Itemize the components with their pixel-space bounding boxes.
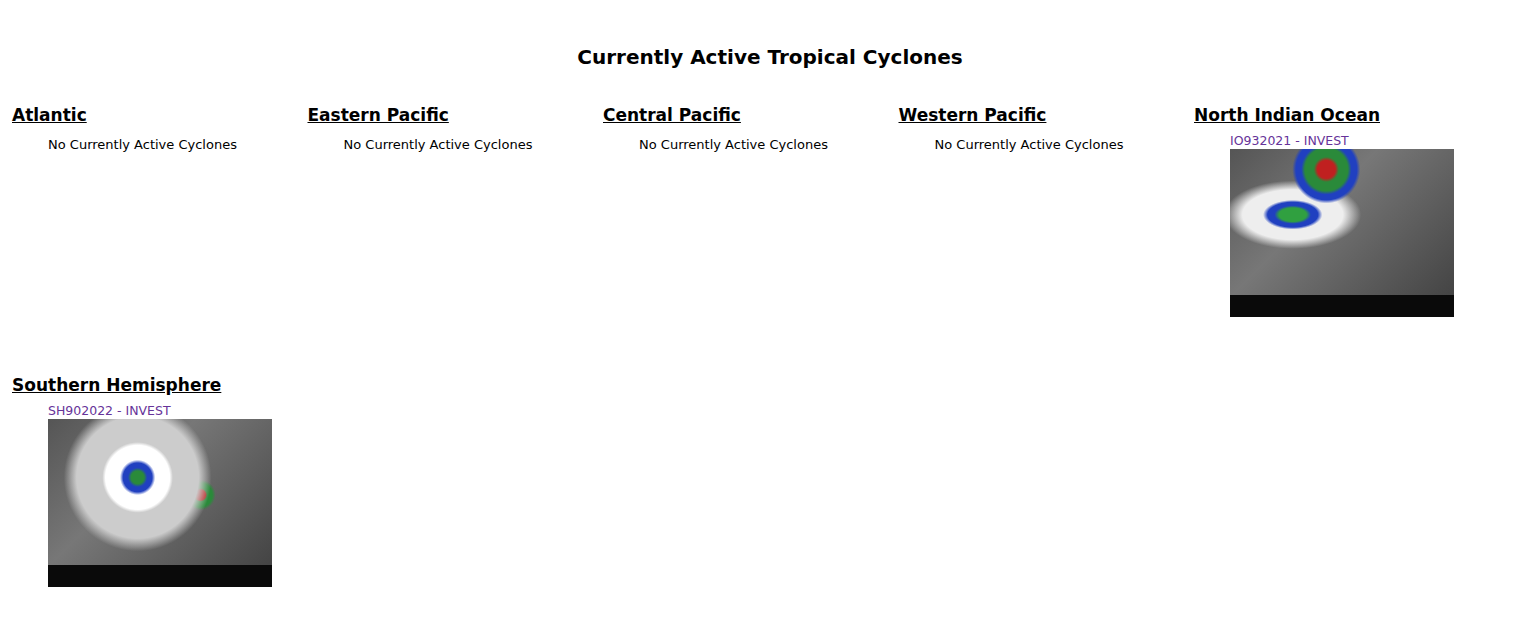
page-title: Currently Active Tropical Cyclones xyxy=(12,44,1528,70)
region-section: North Indian Ocean IO932021 - INVEST xyxy=(1194,104,1490,328)
region-heading: Atlantic xyxy=(12,104,308,126)
storm-link[interactable]: IO932021 - INVEST xyxy=(1230,133,1490,149)
region-heading: Southern Hemisphere xyxy=(12,374,308,396)
no-cyclones-message: No Currently Active Cyclones xyxy=(344,136,604,154)
page: Currently Active Tropical Cyclones Atlant… xyxy=(0,0,1540,598)
region-section: Atlantic No Currently Active Cyclones xyxy=(12,104,308,328)
storm-entry: IO932021 - INVEST xyxy=(1230,133,1490,317)
region-section: Southern Hemisphere SH902022 - INVEST xyxy=(12,374,308,598)
region-section: Western Pacific No Currently Active Cyclo… xyxy=(899,104,1195,328)
region-heading: Central Pacific xyxy=(603,104,899,126)
storm-link[interactable]: SH902022 - INVEST xyxy=(48,403,308,419)
regions-grid: AtlanticNo Currently Active CyclonesEast… xyxy=(12,104,1528,598)
storm-entry: SH902022 - INVEST xyxy=(48,403,308,587)
region-heading: Eastern Pacific xyxy=(308,104,604,126)
no-cyclones-message: No Currently Active Cyclones xyxy=(935,136,1195,154)
region-heading: Western Pacific xyxy=(899,104,1195,126)
satellite-image[interactable] xyxy=(1230,149,1454,317)
no-cyclones-message: No Currently Active Cyclones xyxy=(48,136,308,154)
region-heading: North Indian Ocean xyxy=(1194,104,1490,126)
region-section: Central Pacific No Currently Active Cyclo… xyxy=(603,104,899,328)
region-section: Eastern Pacific No Currently Active Cyclo… xyxy=(308,104,604,328)
no-cyclones-message: No Currently Active Cyclones xyxy=(639,136,899,154)
satellite-image[interactable] xyxy=(48,419,272,587)
